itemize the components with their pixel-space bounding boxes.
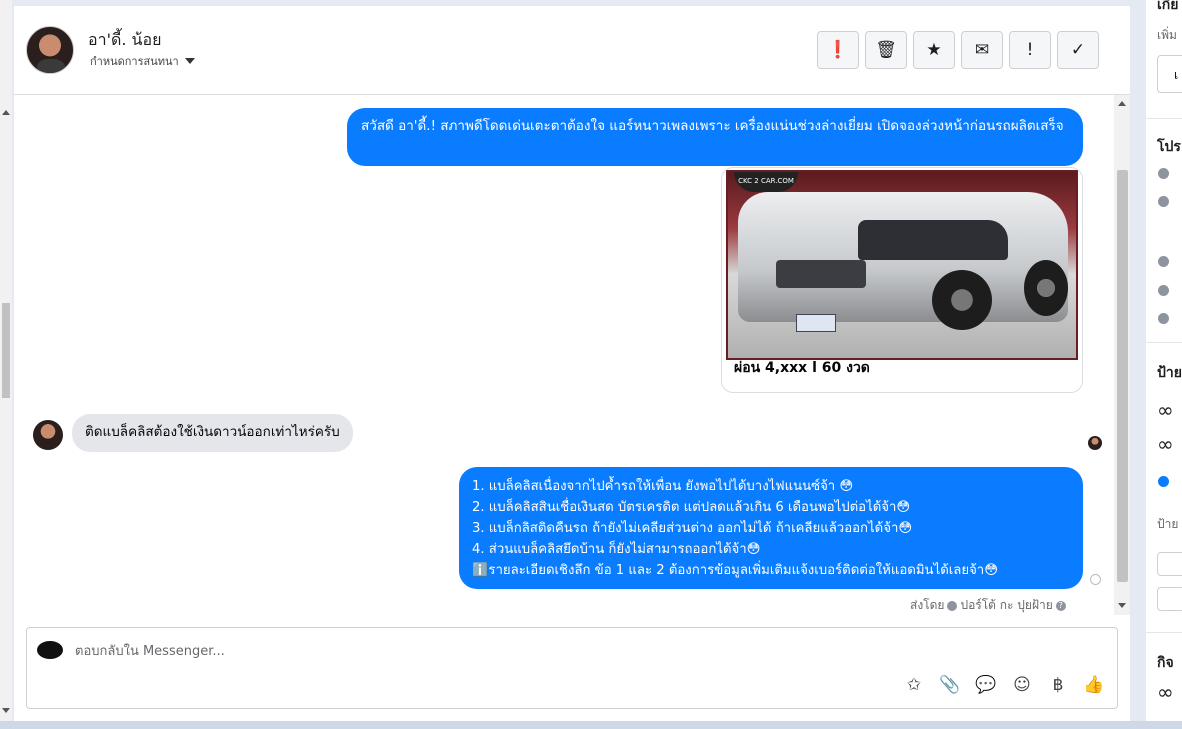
incoming-message[interactable]: ติดแบล็คลิสต้องใช้เงินดาวน์ออกเท่าไหร่คร… [72, 414, 353, 452]
composer-tools: ✩ 📎 💬 ☺ ฿ 👍 [903, 674, 1105, 696]
person-icon [947, 600, 958, 611]
baht-icon[interactable]: ฿ [1047, 674, 1069, 696]
scroll-down-arrow-icon[interactable] [1118, 603, 1126, 608]
delivered-status-icon [1090, 574, 1101, 585]
mark-done-button[interactable]: ✓ [1057, 31, 1099, 69]
help-icon[interactable]: ? [1055, 600, 1066, 611]
alert-circle-icon: ❗ [827, 40, 849, 60]
activity-heading: กิจ [1157, 655, 1174, 671]
truck-grille-shape [776, 260, 866, 288]
star-icon: ★ [926, 40, 942, 60]
seen-indicator-avatar [1088, 436, 1102, 450]
reply-input[interactable] [75, 641, 975, 661]
mail-icon: ✉ [974, 40, 990, 60]
mark-spam-button[interactable]: ❗ [817, 31, 859, 69]
add-link[interactable]: เพิ่ม [1157, 26, 1177, 45]
scroll-thumb[interactable] [2, 303, 10, 398]
wheel-shape [1024, 260, 1068, 316]
label-checkbox[interactable] [1157, 587, 1182, 611]
card-caption: ผ่อน 4,xxx l 60 งวด [734, 360, 870, 376]
page-avatar [37, 641, 63, 659]
exclamation-icon: ! [1026, 40, 1034, 60]
attachment-icon[interactable]: 📎 [939, 674, 961, 696]
scroll-up-arrow-icon[interactable] [1118, 101, 1126, 106]
outgoing-message-list[interactable]: 1. แบล็คลิสเนื่องจากไปค้ำรถให้เพื่อน ยัง… [459, 467, 1083, 589]
sent-by-prefix: ส่งโดย [910, 598, 945, 612]
sent-by-info: ส่งโดย ปอร์โต้ กะ ปุยฝ้าย ? [910, 596, 1066, 615]
message-line: 2. แบล็คลิสสินเชื่อเงินสด บัตรเครดิต แต่… [472, 500, 911, 515]
reply-composer[interactable]: ✩ 📎 💬 ☺ ฿ 👍 [26, 627, 1118, 709]
assign-label: กำหนดการสนทนา [90, 55, 179, 68]
chat-header: อา'ดี้. น้อย กำหนดการสนทนา ❗ 🗑 ★ ✉ ! ✓ [14, 6, 1130, 95]
divider [1146, 632, 1182, 633]
chat-panel: อา'ดี้. น้อย กำหนดการสนทนา ❗ 🗑 ★ ✉ ! ✓ ส… [14, 6, 1130, 721]
dealer-logo: CKC 2 CAR.COM [734, 172, 798, 192]
message-line: 4. ส่วนแบล็คลิสยึดบ้าน ก็ยังไม่สามารถออก… [472, 542, 761, 557]
profile-heading: โปร [1157, 139, 1181, 155]
divider [1146, 342, 1182, 343]
caret-down-icon [184, 58, 195, 64]
bottom-strip [0, 721, 1182, 729]
check-icon: ✓ [1070, 40, 1086, 60]
chat-bubble-icon[interactable]: 💬 [975, 674, 997, 696]
truck-window-shape [858, 220, 1008, 260]
meta-infinity-icon: ∞ [1157, 432, 1174, 456]
trash-icon: 🗑 [875, 40, 897, 60]
license-plate-shape [796, 314, 836, 332]
thumbs-up-icon[interactable]: 👍 [1083, 674, 1105, 696]
thread-scrollbar[interactable] [1114, 95, 1130, 615]
education-icon [1158, 256, 1169, 267]
location-pin-icon [1158, 285, 1169, 296]
outgoing-message[interactable]: สวัสดี อา'ดี้.! สภาพดีโดดเด่นเตะตาต้องใจ… [347, 108, 1083, 166]
car-image[interactable]: CKC 2 CAR.COM [726, 170, 1078, 360]
labels-heading: ป้าย [1157, 365, 1182, 381]
scroll-up-arrow-icon[interactable] [2, 110, 10, 115]
emoji-icon[interactable]: ☺ [1011, 674, 1033, 696]
clock-icon [1158, 168, 1169, 179]
add-label-icon[interactable] [1158, 476, 1169, 487]
meta-infinity-icon: ∞ [1157, 680, 1174, 704]
details-field[interactable]: เ [1157, 55, 1182, 93]
location-pin-icon [1158, 313, 1169, 324]
star-button[interactable]: ★ [913, 31, 955, 69]
label-checkbox[interactable] [1157, 552, 1182, 576]
message-line: 1. แบล็คลิสเนื่องจากไปค้ำรถให้เพื่อน ยัง… [472, 479, 854, 494]
message-line: ℹ️รายละเอียดเชิงลึก ข้อ 1 และ 2 ต้องการข… [472, 563, 998, 578]
truck-body-shape [738, 192, 1068, 332]
thread-scroll-thumb[interactable] [1117, 170, 1128, 582]
delete-button[interactable]: 🗑 [865, 31, 907, 69]
car-listing-card[interactable]: CKC 2 CAR.COM ผ่อน 4,xxx l 60 งวด [721, 167, 1083, 393]
follow-up-button[interactable]: ! [1009, 31, 1051, 69]
assign-conversation-dropdown[interactable]: กำหนดการสนทนา [90, 52, 195, 70]
message-line: 3. แบล็กลิสติดคืนรถ ถ้ายังไม่เคลียส่วนต่… [472, 521, 913, 536]
panel-heading: เกีย [1157, 0, 1179, 13]
wheel-shape [932, 270, 992, 330]
meta-infinity-icon: ∞ [1157, 398, 1174, 422]
header-actions: ❗ 🗑 ★ ✉ ! ✓ [817, 31, 1099, 69]
work-icon [1158, 196, 1169, 207]
sent-by-name: ปอร์โต้ กะ ปุยฝ้าย [960, 598, 1053, 612]
divider [1146, 118, 1182, 119]
message-thread: สวัสดี อา'ดี้.! สภาพดีโดดเด่นเตะตาต้องใจ… [14, 95, 1112, 615]
scroll-down-arrow-icon[interactable] [2, 708, 10, 713]
mark-unread-button[interactable]: ✉ [961, 31, 1003, 69]
contact-avatar-small [33, 420, 63, 450]
contact-avatar[interactable] [26, 26, 74, 74]
contact-name[interactable]: อา'ดี้. น้อย [88, 28, 161, 53]
contact-details-panel: เกีย เพิ่ม เ โปร ป้าย ∞ ∞ ป้าย กิจ ∞ [1146, 0, 1182, 721]
saved-reply-icon[interactable]: ✩ [903, 674, 925, 696]
labels-subheading: ป้าย [1157, 517, 1179, 531]
page-scrollbar[interactable] [0, 0, 12, 721]
